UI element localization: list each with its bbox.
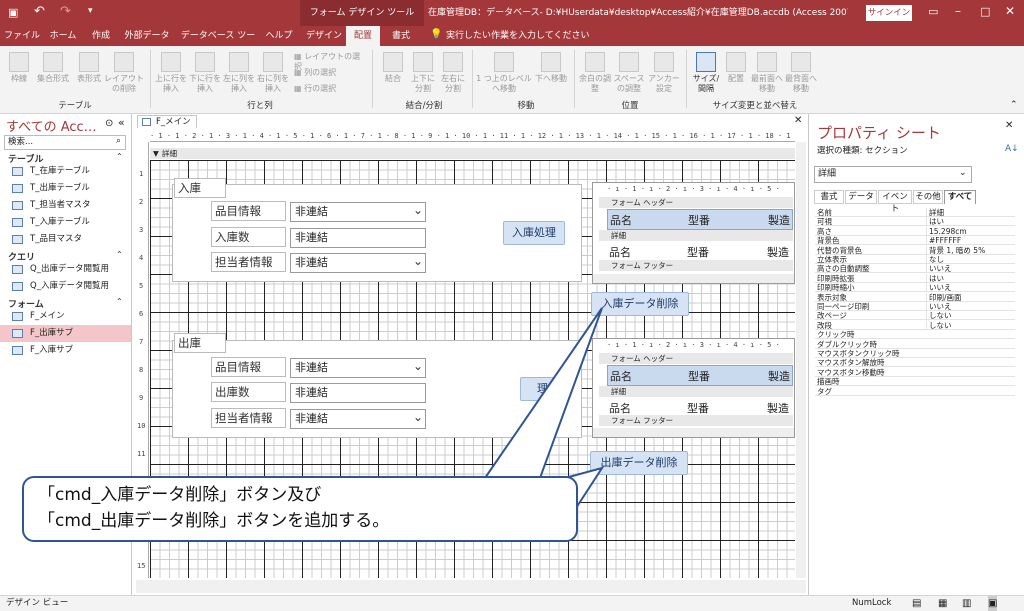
property-row[interactable]: タグ <box>815 387 1015 396</box>
callout-line-2: 「cmd_出庫データ削除」ボタンを追加する。 <box>38 511 390 531</box>
property-name: 同一ページ印刷 <box>817 302 870 311</box>
property-name: 立体表示 <box>817 255 847 264</box>
property-row[interactable]: マウスボタン移動時 <box>815 368 1015 377</box>
property-name: ダブルクリック時 <box>817 339 877 349</box>
property-value[interactable]: #FFFFFF <box>926 236 1014 246</box>
property-name: 名前 <box>817 208 832 217</box>
property-name: マウスボタン移動時 <box>817 367 885 377</box>
property-name: 改段 <box>817 320 832 330</box>
prop-tab-event[interactable]: イベント <box>878 190 912 214</box>
property-value[interactable]: 背景 1, 暗め 5% <box>926 245 1014 255</box>
property-row[interactable]: 印刷時縮小 いいえ <box>815 283 1015 293</box>
property-value[interactable]: いいえ <box>926 283 1014 293</box>
property-value[interactable]: しない <box>926 311 1014 321</box>
property-row[interactable]: 高さの自動調整 いいえ <box>815 264 1015 274</box>
close-property-sheet-icon[interactable]: ✕ <box>1005 120 1013 131</box>
property-name: 代替の背景色 <box>817 245 862 255</box>
layout-view-icon[interactable]: ▦ <box>938 596 947 611</box>
property-row[interactable]: 可視 はい <box>815 217 1015 227</box>
property-row[interactable]: マウスボタン解放時 <box>815 358 1015 368</box>
active-view-icon[interactable]: ▣ <box>988 596 998 611</box>
property-name: 高さ <box>817 226 832 236</box>
property-row[interactable]: 代替の背景色 背景 1, 暗め 5% <box>815 245 1015 255</box>
property-value[interactable]: なし <box>926 255 1014 264</box>
callout-pointer-top <box>483 307 603 479</box>
property-name: 印刷時縮小 <box>817 283 855 293</box>
property-row[interactable]: 背景色 #FFFFFF <box>815 236 1015 246</box>
property-value[interactable]: しない <box>926 320 1014 330</box>
status-bar: デザイン ビュー NumLock ▤ ▦ ▥ ▣ <box>0 595 1024 611</box>
property-row[interactable]: 表示対象 印刷/画面 <box>815 292 1015 302</box>
property-name: 印刷時拡張 <box>817 273 855 283</box>
property-row[interactable]: 印刷時拡張 はい <box>815 273 1015 283</box>
property-row[interactable]: クリック時 <box>815 330 1015 340</box>
property-name: 可視 <box>817 217 832 227</box>
prop-tab-format[interactable]: 書式 <box>814 190 844 204</box>
view-mode-label: デザイン ビュー <box>6 598 69 608</box>
prop-tab-data[interactable]: データ <box>845 190 877 204</box>
prop-tab-all[interactable]: すべて <box>944 190 976 204</box>
property-value[interactable]: 15.298cm <box>926 226 1014 236</box>
property-name: 改ページ <box>817 311 847 321</box>
object-selector[interactable]: 詳細 <box>814 166 972 183</box>
property-row[interactable]: 描画時 <box>815 377 1015 387</box>
property-row[interactable]: 同一ページ印刷 いいえ <box>815 302 1015 311</box>
annotation-callout: 「cmd_入庫データ削除」ボタン及び 「cmd_出庫データ削除」ボタンを追加する… <box>22 476 578 542</box>
property-name: 表示対象 <box>817 292 847 302</box>
property-row[interactable]: 名前 詳細 <box>815 208 1015 217</box>
sort-icon[interactable]: A↓ <box>1005 144 1019 154</box>
property-row[interactable]: 立体表示 なし <box>815 255 1015 264</box>
property-row[interactable]: 高さ 15.298cm <box>815 226 1015 236</box>
form-view-icon[interactable]: ▤ <box>912 596 921 611</box>
property-row[interactable]: 改ページ しない <box>815 311 1015 321</box>
property-row[interactable]: 改段 しない <box>815 320 1015 330</box>
property-name: マウスボタンクリック時 <box>817 349 900 358</box>
property-name: 背景色 <box>817 236 840 246</box>
property-value[interactable]: いいえ <box>926 264 1014 274</box>
property-name: タグ <box>817 386 832 396</box>
property-row[interactable]: マウスボタンクリック時 <box>815 349 1015 358</box>
property-value[interactable]: 印刷/画面 <box>926 292 1014 302</box>
design-view-icon[interactable]: ▥ <box>962 596 971 611</box>
numlock-indicator: NumLock <box>852 598 892 608</box>
property-value[interactable]: 詳細 <box>926 208 1014 217</box>
property-row[interactable]: ダブルクリック時 <box>815 340 1015 349</box>
prop-tab-other[interactable]: その他 <box>913 190 943 204</box>
property-name: マウスボタン解放時 <box>817 358 885 368</box>
property-sheet-title: プロパティ シート <box>817 124 941 142</box>
chevron-down-icon[interactable]: ⌄ <box>959 168 967 178</box>
property-name: 描画時 <box>817 377 840 387</box>
callout-line-1: 「cmd_入庫データ削除」ボタン及び <box>38 485 322 505</box>
property-name: 高さの自動調整 <box>817 264 870 274</box>
selection-kind-label: 選択の種類: セクション <box>817 146 908 156</box>
property-value[interactable]: いいえ <box>926 302 1014 311</box>
property-value[interactable]: はい <box>926 217 1014 227</box>
property-name: クリック時 <box>817 330 855 340</box>
property-value[interactable]: はい <box>926 273 1014 283</box>
